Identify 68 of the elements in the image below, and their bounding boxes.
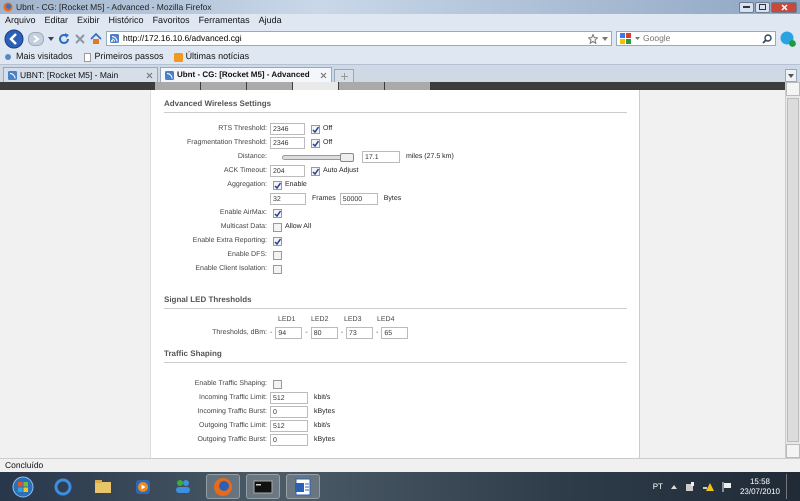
back-button[interactable] [4,28,24,48]
search-icon[interactable] [762,34,772,44]
close-icon[interactable] [320,72,327,78]
bookmark-link[interactable]: Primeiros passos [94,50,164,64]
checkbox[interactable] [273,264,282,274]
star-icon[interactable] [588,34,598,44]
checkbox[interactable] [273,380,282,388]
checkbox[interactable] [311,138,320,148]
dropdown-caret-icon[interactable] [48,36,54,40]
dropdown-caret-icon[interactable] [602,36,608,40]
checkbox[interactable] [273,236,282,246]
flag-icon[interactable] [722,482,732,492]
dropdown-caret-icon[interactable] [635,37,640,40]
minimize-button[interactable] [739,2,754,12]
ring-icon[interactable] [52,476,74,498]
minimize-icon[interactable] [743,6,750,8]
checkbox[interactable] [273,250,282,260]
feed-icon [110,34,119,43]
checkbox[interactable] [311,166,320,176]
globe-icon [4,52,13,62]
scrollbar[interactable] [785,82,800,458]
language-indicator[interactable]: PT [652,480,663,492]
feed-icon [165,70,174,80]
maximize-icon[interactable] [759,4,766,10]
up-arrow-icon[interactable] [670,484,677,488]
menu-item[interactable]: Ajuda [258,14,282,28]
tab-list-button[interactable] [785,69,797,82]
menu-item[interactable]: Editar [44,14,68,28]
search-engine-icon[interactable] [620,33,632,44]
section-title: Traffic Shaping [164,348,627,363]
page-icon [82,52,92,62]
reload-icon[interactable] [58,32,70,44]
bookmark-link[interactable]: Últimas notícias [186,50,250,64]
feed-icon [8,70,17,80]
checkbox[interactable] [273,222,282,232]
checkbox[interactable] [273,208,282,218]
status-text: Concluído [5,459,44,472]
menu-item[interactable]: Exibir [77,14,100,28]
home-icon[interactable] [90,32,102,44]
menu-item[interactable]: Arquivo [5,14,36,28]
close-icon[interactable] [146,72,153,78]
caret-icon[interactable] [788,74,794,78]
clock-time[interactable]: 15:58 [740,477,780,486]
address-bar[interactable]: http://172.16.10.6/advanced.cgi [106,31,612,46]
close-button[interactable] [771,2,797,12]
address-field[interactable]: http://172.16.10.6/advanced.cgi [123,32,584,45]
menu-item[interactable]: Ferramentas [198,14,250,28]
browser-tab[interactable]: Ubnt - CG: [Rocket M5] - Advanced [160,67,332,82]
bookmark-link[interactable]: Mais visitados [16,50,73,64]
window-title: Ubnt - CG: [Rocket M5] - Advanced - Mozilla Firefox [16,0,212,14]
start-button[interactable] [12,476,34,498]
warning-icon[interactable] [702,482,714,492]
slider-thumb[interactable] [340,152,354,162]
menu-item[interactable]: Histórico [108,14,144,28]
search-field[interactable]: Google [643,32,759,45]
menu-item[interactable]: Favoritos [152,14,190,28]
checkbox[interactable] [311,124,320,134]
maximize-button[interactable] [755,2,770,12]
device-icon[interactable] [684,482,695,492]
checkbox[interactable] [273,180,282,190]
stop-icon[interactable] [74,32,86,44]
feed-icon [174,52,183,62]
firefox-icon [3,2,13,12]
section-title: Advanced Wireless Settings [164,98,627,113]
clock-date[interactable]: 23/07/2010 [740,486,780,496]
search-box[interactable]: Google [616,31,776,46]
browser-tab[interactable]: UBNT: [Rocket M5] - Main [3,67,158,82]
section-title: Signal LED Thresholds [164,294,627,309]
